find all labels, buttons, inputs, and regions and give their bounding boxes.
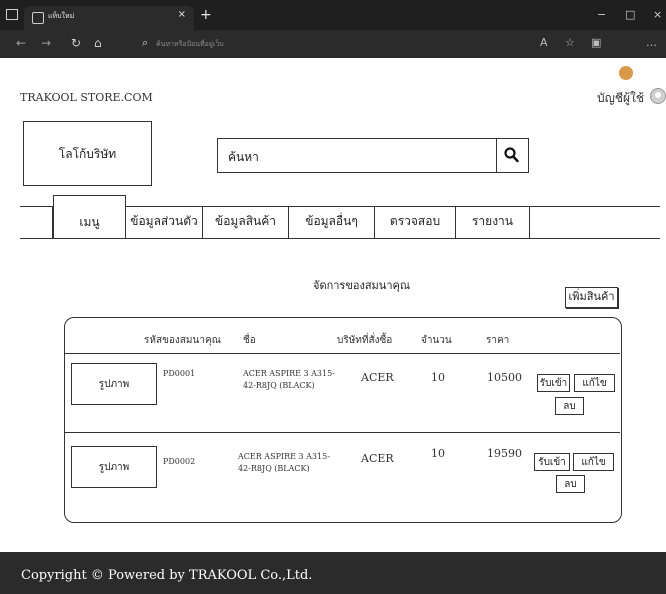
image-placeholder-label: รูปภาพ	[98, 462, 130, 473]
product-company: ACER	[361, 452, 394, 465]
column-header-code: รหัสของสมนาคุณ	[144, 335, 221, 346]
refresh-icon[interactable]: ↻	[71, 36, 81, 50]
collections-icon[interactable]: ▣	[591, 36, 601, 49]
browser-tab[interactable]: แท็บใหม่ ×	[24, 6, 194, 30]
delete-button[interactable]: ลบ	[556, 475, 585, 493]
tab-title: แท็บใหม่	[48, 12, 75, 20]
logo-label: โลโก้บริษัท	[58, 147, 117, 161]
column-header-quantity: จำนวน	[421, 335, 452, 346]
tab-report[interactable]: รายงาน	[456, 207, 530, 238]
store-name[interactable]: TRAKOOL STORE.COM	[20, 91, 153, 104]
address-bar[interactable]: ⌕ ค้นหาหรือป้อนที่อยู่เว็บ	[136, 34, 656, 54]
receive-button[interactable]: รับเข้า	[534, 453, 570, 471]
profile-avatar[interactable]	[619, 66, 633, 80]
product-name: ACER ASPIRE 3 A315-42-R8JQ (BLACK)	[243, 369, 335, 390]
tab-product-info[interactable]: ข้อมูลสินค้า	[203, 207, 289, 238]
search-button[interactable]	[495, 138, 529, 173]
receive-button[interactable]: รับเข้า	[537, 374, 570, 392]
column-header-price: ราคา	[486, 335, 510, 346]
copyright-text: Copyright © Powered by TRAKOOL Co.,Ltd.	[21, 568, 313, 583]
image-placeholder-label: รูปภาพ	[98, 379, 130, 390]
account-link[interactable]: บัญชีผู้ใช้	[597, 89, 644, 108]
product-image: รูปภาพ	[71, 446, 157, 488]
main-nav: เมนู ข้อมูลส่วนตัว ข้อมูลสินค้า ข้อมูลอื…	[20, 195, 660, 239]
header-divider	[64, 353, 620, 354]
tab-check[interactable]: ตรวจสอบ	[375, 207, 456, 238]
browser-toolbar: ← → ↻ ⌂ ⌕ ค้นหาหรือป้อนที่อยู่เว็บ A ☆ ▣…	[0, 30, 666, 80]
forward-arrow-icon[interactable]: →	[41, 36, 51, 50]
account-avatar-icon[interactable]	[650, 88, 666, 104]
minimize-button[interactable]: −	[597, 8, 606, 21]
edit-button[interactable]: แก้ไข	[574, 374, 615, 392]
window-menu-icon[interactable]	[6, 9, 18, 20]
close-window-button[interactable]: ×	[653, 8, 662, 21]
nav-spacer	[20, 207, 53, 238]
row-divider	[64, 432, 620, 433]
delete-button[interactable]: ลบ	[555, 397, 584, 415]
product-name: ACER ASPIRE 3 A315-42-R8JQ (BLACK)	[238, 452, 330, 473]
tab-close-icon[interactable]: ×	[178, 9, 186, 20]
read-aloud-icon[interactable]: A	[540, 36, 548, 49]
new-tab-icon	[32, 12, 44, 24]
favorites-icon[interactable]: ☆	[565, 36, 575, 49]
back-arrow-icon[interactable]: ←	[16, 36, 26, 50]
search-value: ค้นหา	[228, 150, 259, 164]
tab-menu[interactable]: เมนู	[53, 195, 126, 238]
browser-titlebar: แท็บใหม่ × + − □ ×	[0, 0, 666, 30]
tab-other-info[interactable]: ข้อมูลอื่นๆ	[289, 207, 375, 238]
more-menu-icon[interactable]: …	[646, 36, 657, 49]
page-title: จัดการของสมนาคุณ	[313, 279, 411, 292]
tab-personal-info[interactable]: ข้อมูลส่วนตัว	[126, 207, 203, 238]
column-header-name: ชื่อ	[243, 335, 256, 346]
home-icon[interactable]: ⌂	[94, 36, 102, 50]
product-company: ACER	[361, 371, 394, 384]
search-icon	[504, 147, 519, 163]
address-placeholder: ค้นหาหรือป้อนที่อยู่เว็บ	[156, 40, 224, 48]
edit-button[interactable]: แก้ไข	[573, 453, 614, 471]
product-image: รูปภาพ	[71, 363, 157, 405]
product-code: PD0001	[163, 369, 196, 378]
product-quantity: 10	[431, 447, 445, 460]
company-logo: โลโก้บริษัท	[23, 121, 152, 186]
product-quantity: 10	[431, 371, 445, 384]
search-input[interactable]: ค้นหา	[217, 138, 497, 173]
footer: Copyright © Powered by TRAKOOL Co.,Ltd.	[0, 552, 666, 594]
address-search-icon: ⌕	[142, 36, 149, 49]
product-code: PD0002	[163, 457, 196, 466]
new-tab-button[interactable]: +	[200, 7, 212, 23]
product-price: 19590	[487, 447, 522, 460]
maximize-button[interactable]: □	[625, 8, 635, 21]
column-header-company: บริษัทที่สั่งซื้อ	[337, 335, 393, 346]
product-price: 10500	[487, 371, 522, 384]
add-product-button[interactable]: เพิ่มสินค้า	[565, 287, 618, 308]
